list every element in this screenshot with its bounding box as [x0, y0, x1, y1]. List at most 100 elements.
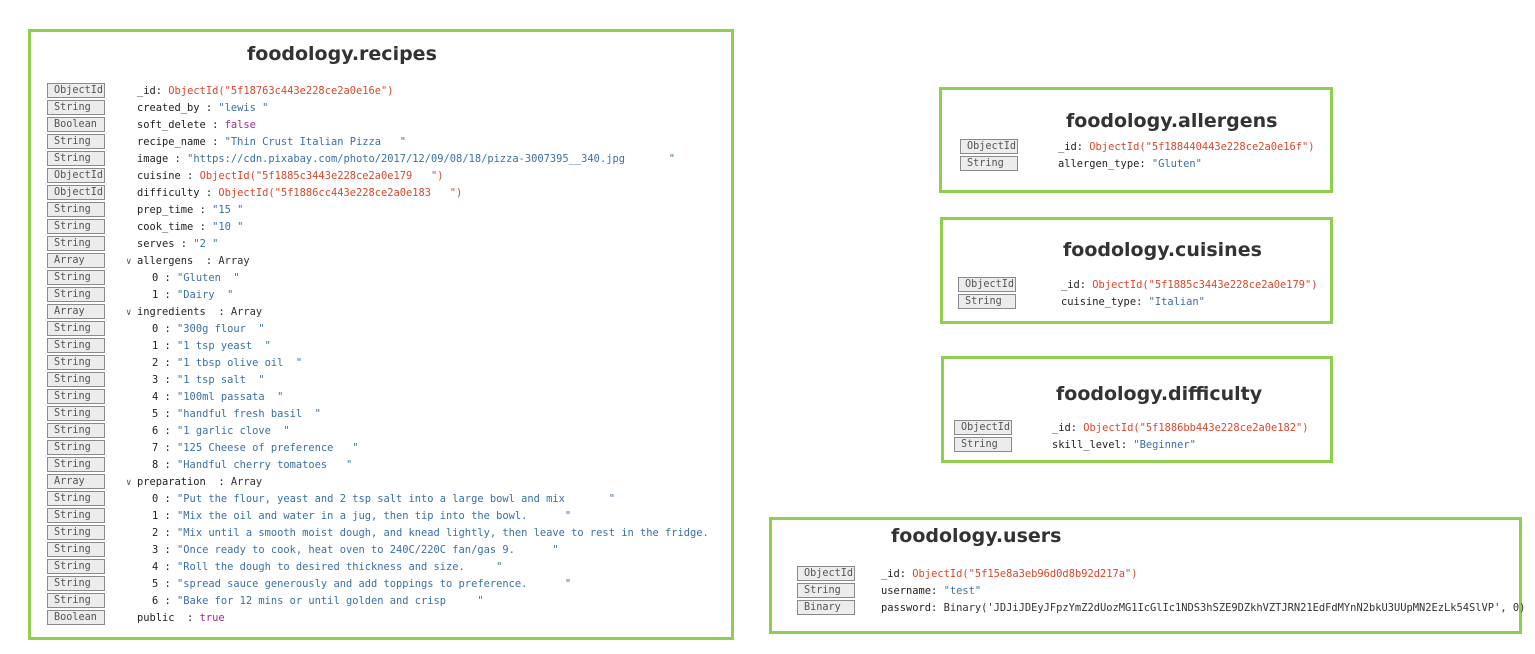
field-separator: : — [205, 119, 225, 131]
field-row: String 0 : "300g flour " — [31, 321, 731, 338]
field-separator: : — [205, 136, 225, 148]
field-row: String 2 : "1 tbsp olive oil " — [31, 355, 731, 372]
field-row: String 3 : "1 tsp salt " — [31, 372, 731, 389]
field-value: "Thin Crust Italian Pizza " — [224, 136, 407, 148]
field-separator: : — [899, 568, 913, 580]
field-row: String 6 : "1 garlic clove " — [31, 423, 731, 440]
users-collection-panel: foodology.users ObjectId _id: ObjectId("5… — [769, 517, 1525, 634]
field-separator: : — [1139, 158, 1152, 170]
field-content: 5 : "spread sauce generously and add top… — [152, 576, 571, 593]
field-row: ObjectId difficulty : ObjectId("5f1886cc4… — [31, 185, 731, 202]
field-row: String 8 : "Handful cherry tomatoes " — [31, 457, 731, 474]
field-separator: : — [168, 153, 188, 165]
chevron-down-icon[interactable]: ∨ — [126, 305, 137, 322]
field-value: Array — [218, 255, 250, 267]
field-value: "1 tsp yeast " — [177, 340, 271, 352]
field-type-badge: String — [47, 134, 105, 149]
field-separator: : — [193, 204, 213, 216]
field-key: cuisine — [137, 170, 181, 182]
field-content: _id: ObjectId("5f15e8a3eb96d0d8b92d217a"… — [881, 566, 1138, 583]
field-content: 1 : "Dairy " — [152, 287, 233, 304]
field-value: "Mix the oil and water in a jug, then ti… — [177, 510, 572, 522]
field-row: ObjectId cuisine : ObjectId("5f1885c3443e… — [31, 168, 731, 185]
field-separator: : — [158, 561, 178, 573]
field-key: allergen_type — [1058, 158, 1140, 170]
field-content: 3 : "Once ready to cook, heat oven to 24… — [152, 542, 559, 559]
field-row: String 3 : "Once ready to cook, heat oven… — [31, 542, 731, 559]
field-type-badge: String — [797, 583, 855, 598]
field-separator: : — [158, 408, 178, 420]
field-value: "125 Cheese of preference " — [177, 442, 359, 454]
field-separator: : — [158, 459, 178, 471]
field-row: String prep_time : "15 " — [31, 202, 731, 219]
field-row: String 0 : "Put the flour, yeast and 2 ts… — [31, 491, 731, 508]
field-key: _id — [137, 85, 156, 97]
field-row: String 5 : "spread sauce generously and a… — [31, 576, 731, 593]
field-value: Array — [230, 306, 263, 318]
field-type-badge: String — [47, 219, 105, 234]
field-type-badge: ObjectId — [47, 185, 105, 200]
field-value: "Dairy " — [177, 289, 234, 301]
field-separator: : — [1079, 279, 1093, 291]
field-key: cuisine_type — [1061, 296, 1137, 308]
field-content: 1 : "1 tsp yeast " — [152, 338, 271, 355]
field-value: "Put the flour, yeast and 2 tsp salt int… — [177, 493, 615, 505]
field-type-badge: ObjectId — [954, 420, 1012, 435]
field-value: "Gluten" — [1151, 158, 1202, 170]
field-row: String 4 : "100ml passata " — [31, 389, 731, 406]
field-type-badge: String — [47, 151, 105, 166]
field-row: String cuisine_type: "Italian" — [943, 294, 1330, 311]
field-separator: : — [174, 612, 200, 624]
field-key: soft_delete — [137, 119, 206, 131]
field-value: ObjectId("5f1885c3443e228ce2a0e179 ") — [199, 170, 444, 182]
field-type-badge: String — [47, 491, 105, 506]
field-row: String skill_level: "Beginner" — [944, 437, 1330, 454]
field-content: 2 : "Mix until a smooth moist dough, and… — [152, 525, 709, 542]
field-value: "handful fresh basil " — [177, 408, 321, 420]
field-content: 8 : "Handful cherry tomatoes " — [152, 457, 352, 474]
field-separator: : — [931, 602, 944, 614]
field-row: ObjectId _id: ObjectId("5f1885c3443e228ce… — [943, 277, 1330, 294]
field-separator: : — [158, 595, 178, 607]
users-field-list: ObjectId _id: ObjectId("5f15e8a3eb96d0d8b… — [772, 520, 1525, 631]
field-value: "Roll the dough to desired thickness and… — [177, 561, 503, 573]
field-content: 7 : "125 Cheese of preference " — [152, 440, 358, 457]
field-separator: : — [158, 510, 178, 522]
chevron-down-icon[interactable]: ∨ — [126, 475, 137, 492]
field-separator: : — [205, 306, 231, 318]
field-type-badge: String — [47, 559, 105, 574]
allergens-collection-panel: foodology.allergens ObjectId _id: ObjectI… — [939, 87, 1333, 193]
field-content: image : "https://cdn.pixabay.com/photo/2… — [137, 151, 675, 168]
field-type-badge: String — [47, 321, 105, 336]
field-value: ObjectId("5f1885c3443e228ce2a0e179") — [1092, 279, 1318, 291]
field-type-badge: String — [960, 156, 1018, 171]
field-type-badge: ObjectId — [47, 83, 105, 98]
field-type-badge: String — [47, 287, 105, 302]
field-type-badge: String — [47, 202, 105, 217]
field-type-badge: String — [47, 525, 105, 540]
field-type-badge: ObjectId — [47, 168, 105, 183]
chevron-down-icon[interactable]: ∨ — [126, 254, 137, 271]
field-row: Array ∨ allergens : Array — [31, 253, 731, 270]
field-value: "Gluten " — [177, 272, 240, 284]
field-content: ∨ preparation : Array — [126, 474, 263, 492]
field-key: difficulty — [137, 187, 200, 199]
field-type-badge: Array — [47, 253, 105, 268]
field-separator: : — [180, 170, 200, 182]
field-type-badge: Array — [47, 474, 105, 489]
field-content: prep_time : "15 " — [137, 202, 243, 219]
field-type-badge: String — [47, 270, 105, 285]
field-type-badge: String — [47, 542, 105, 557]
field-value: Array — [230, 476, 263, 488]
field-type-badge: String — [47, 457, 105, 472]
field-content: 2 : "1 tbsp olive oil " — [152, 355, 302, 372]
field-separator: : — [158, 527, 178, 539]
field-content: public : true — [137, 610, 225, 627]
field-row: Array ∨ preparation : Array — [31, 474, 731, 491]
field-row: String username: "test" — [772, 583, 1519, 600]
field-content: _id: ObjectId("5f1885c3443e228ce2a0e179"… — [1061, 277, 1318, 294]
field-row: ObjectId _id: ObjectId("5f188440443e228ce… — [942, 139, 1330, 156]
field-content: cuisine_type: "Italian" — [1061, 294, 1205, 311]
field-separator: : — [1070, 422, 1084, 434]
field-key: ingredients — [137, 306, 206, 318]
